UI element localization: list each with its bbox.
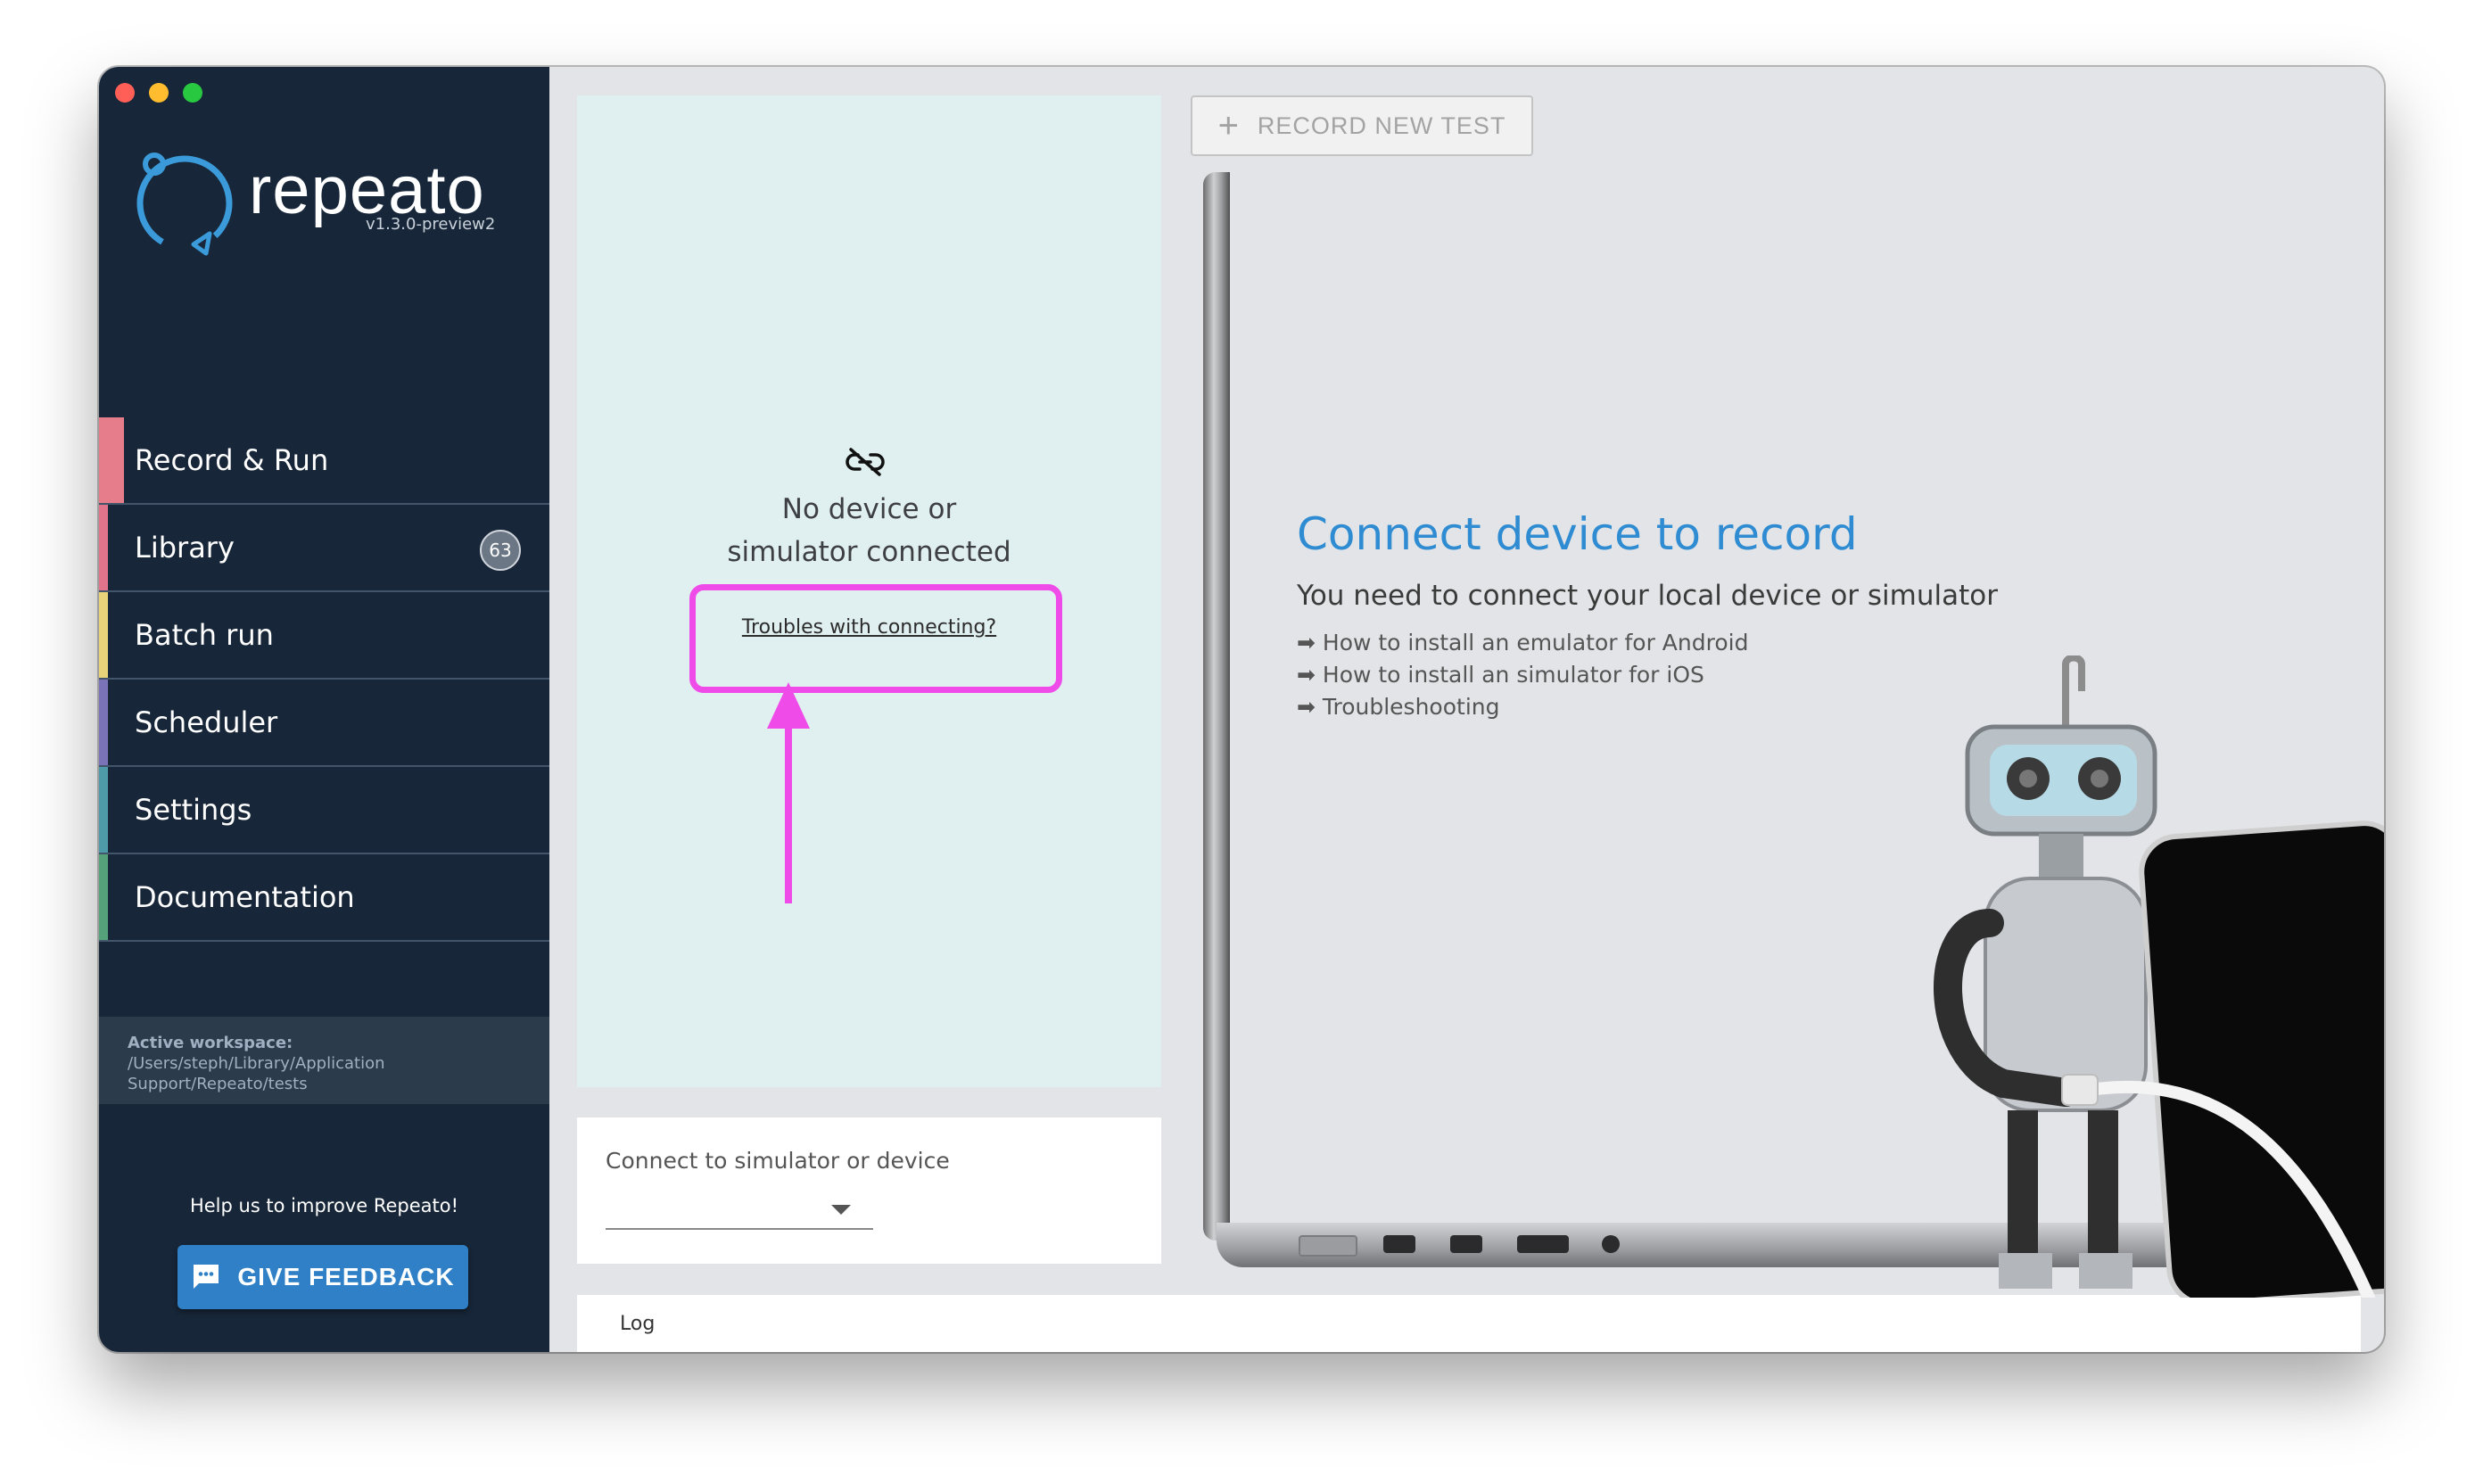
android-emulator-link[interactable]: ➡ How to install an emulator for Android <box>1297 627 1748 659</box>
laptop-port <box>1517 1235 1569 1253</box>
zoom-window-button[interactable] <box>183 83 202 103</box>
laptop-port <box>1299 1235 1357 1257</box>
laptop-port <box>1450 1235 1482 1253</box>
record-new-test-button[interactable]: + RECORD NEW TEST <box>1191 95 1533 156</box>
give-feedback-button[interactable]: GIVE FEEDBACK <box>177 1245 468 1309</box>
library-count-badge: 63 <box>480 530 521 571</box>
help-text: Help us to improve Repeato! <box>189 1195 459 1216</box>
sidebar-item-label: Library <box>135 531 235 565</box>
feedback-icon <box>194 1265 219 1289</box>
window-controls <box>115 83 202 103</box>
nav-accent <box>99 854 108 940</box>
sidebar-item-library[interactable]: Library 63 <box>99 505 549 592</box>
sidebar-item-scheduler[interactable]: Scheduler <box>99 680 549 767</box>
sidebar-item-label: Record & Run <box>135 443 329 477</box>
laptop-port <box>1602 1235 1620 1253</box>
select-underline <box>606 1228 873 1230</box>
chevron-down-icon[interactable] <box>831 1205 851 1215</box>
sidebar-item-batch-run[interactable]: Batch run <box>99 592 549 680</box>
active-workspace: Active workspace: /Users/steph/Library/A… <box>99 1017 549 1104</box>
nav-accent <box>99 505 108 590</box>
troubles-connecting-link[interactable]: Troubles with connecting? <box>577 616 1161 639</box>
robot-illustration <box>1934 655 2384 1298</box>
no-device-line: No device or <box>781 493 957 525</box>
arrow-up-annotation-icon <box>767 682 810 903</box>
close-window-button[interactable] <box>115 83 135 103</box>
nav-accent <box>99 417 124 503</box>
log-panel[interactable]: Log <box>577 1295 2361 1352</box>
laptop-port <box>1383 1235 1415 1253</box>
connect-device-label: Connect to simulator or device <box>606 1148 950 1174</box>
workspace-label: Active workspace: <box>128 1034 293 1052</box>
sidebar-item-settings[interactable]: Settings <box>99 767 549 854</box>
sidebar: repeato v1.3.0-preview2 Record & Run Lib… <box>99 67 549 1352</box>
no-device-line: simulator connected <box>727 536 1011 568</box>
nav-accent <box>99 592 108 678</box>
sidebar-item-label: Batch run <box>135 618 274 652</box>
plus-icon: + <box>1217 106 1240 145</box>
nav-accent <box>99 680 108 765</box>
sidebar-item-label: Documentation <box>135 880 355 914</box>
sidebar-item-documentation[interactable]: Documentation <box>99 854 549 942</box>
sidebar-item-label: Scheduler <box>135 705 278 739</box>
repeato-logo-icon <box>136 153 233 256</box>
app-window: repeato v1.3.0-preview2 Record & Run Lib… <box>99 67 2384 1352</box>
laptop-screen-edge <box>1203 172 1230 1241</box>
sidebar-item-label: Settings <box>135 793 252 827</box>
sidebar-nav: Record & Run Library 63 Batch run Schedu… <box>99 417 549 942</box>
connect-device-card: Connect to simulator or device <box>577 1117 1161 1264</box>
connect-device-subtitle: You need to connect your local device or… <box>1297 580 1998 612</box>
connect-device-title: Connect device to record <box>1297 508 1858 560</box>
no-device-message: No device or simulator connected <box>577 488 1161 573</box>
help-links-list: ➡ How to install an emulator for Android… <box>1297 627 1748 723</box>
nav-accent <box>99 767 108 853</box>
give-feedback-label: GIVE FEEDBACK <box>237 1263 455 1290</box>
sidebar-item-record-run[interactable]: Record & Run <box>99 417 549 505</box>
app-logo: repeato <box>135 152 527 259</box>
link-off-icon <box>846 448 885 476</box>
highlight-box <box>689 584 1062 693</box>
troubleshooting-link[interactable]: ➡ Troubleshooting <box>1297 691 1748 723</box>
workspace-path: Support/Repeato/tests <box>128 1075 308 1093</box>
minimize-window-button[interactable] <box>149 83 169 103</box>
device-screen-panel: No device or simulator connected Trouble… <box>577 95 1161 1087</box>
record-new-test-label: RECORD NEW TEST <box>1257 111 1506 139</box>
ios-simulator-link[interactable]: ➡ How to install an simulator for iOS <box>1297 659 1748 691</box>
log-label: Log <box>620 1313 656 1335</box>
workspace-path: /Users/steph/Library/Application <box>128 1054 385 1073</box>
app-version: v1.3.0-preview2 <box>366 215 496 234</box>
